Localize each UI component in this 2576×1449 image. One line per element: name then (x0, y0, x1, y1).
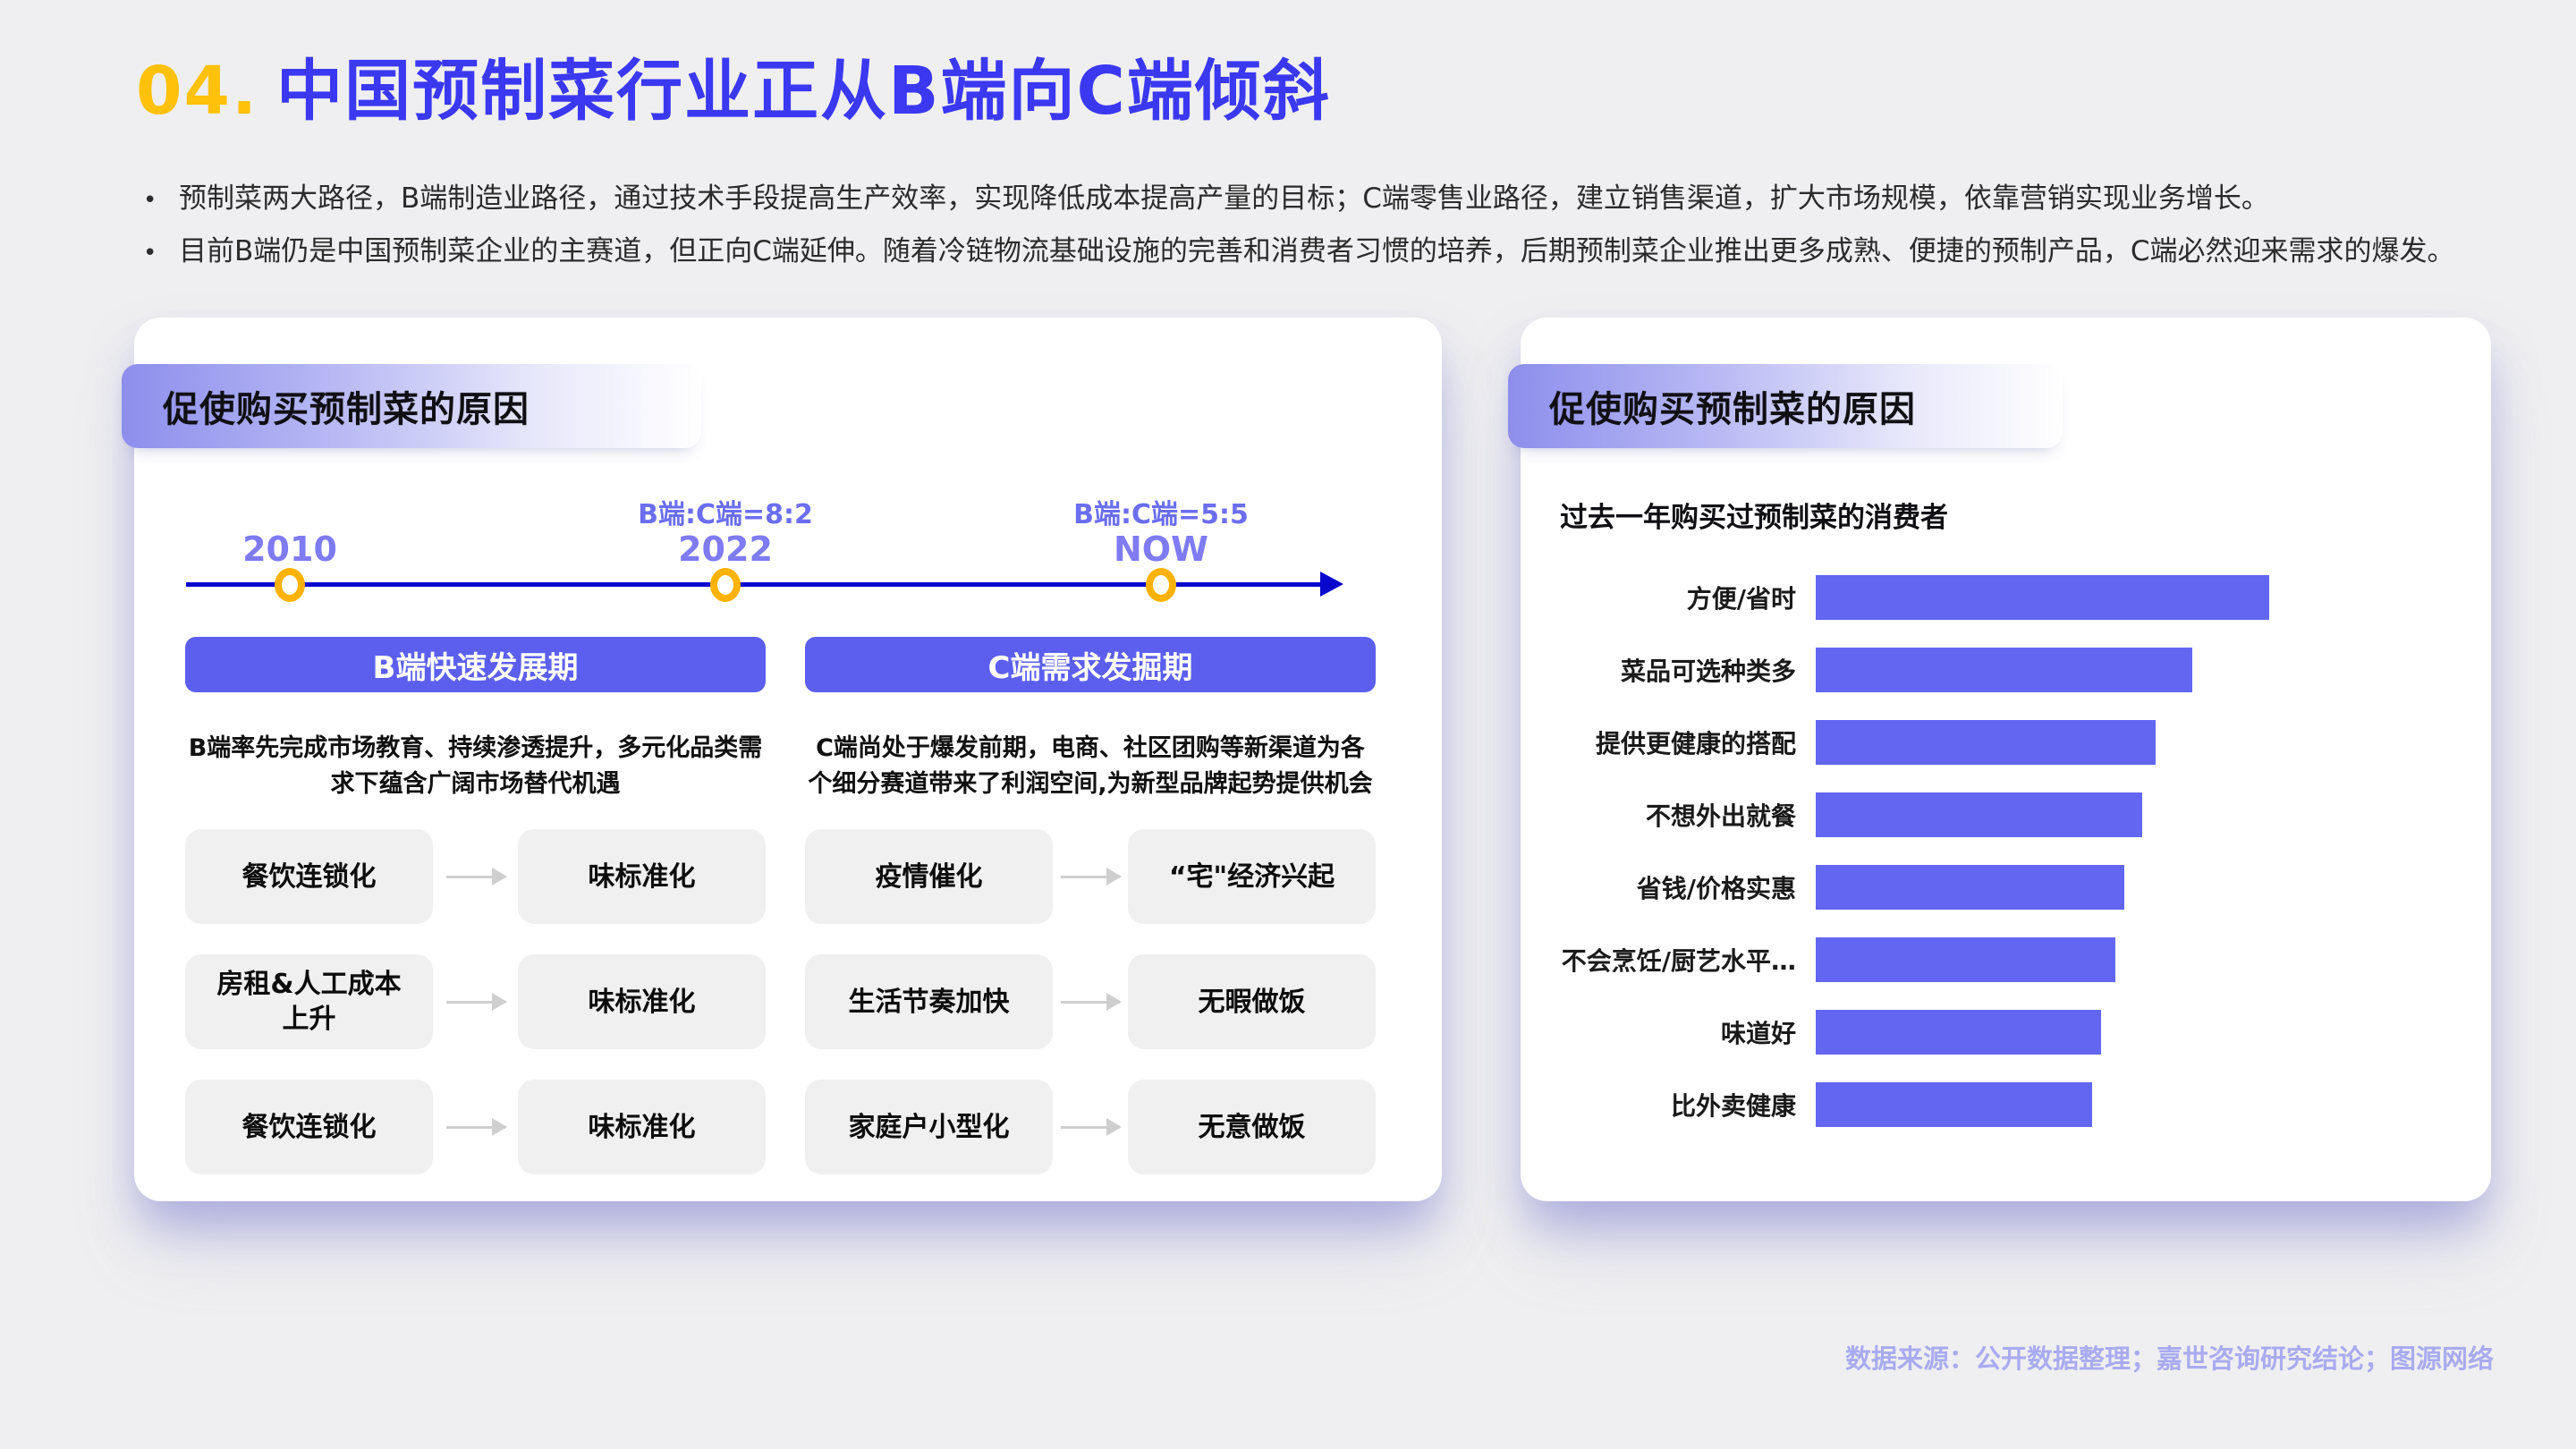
bar-row: 味道好 (1556, 996, 2442, 1068)
bullet-item: • 目前B端仍是中国预制菜企业的主赛道，但正向C端延伸。随着冷链物流基础设施的完… (143, 232, 2469, 273)
timeline-year-label: 2010 (242, 530, 337, 569)
effect-box: 无暇做饭 (1128, 954, 1376, 1049)
card-header-band: 促使购买预制菜的原因 (122, 364, 701, 448)
bar-track (1816, 648, 2442, 692)
bullet-dot-icon: • (143, 179, 179, 220)
bar-row: 方便/省时 (1556, 561, 2442, 633)
effect-box: 无意做饭 (1128, 1080, 1376, 1174)
timeline-ratio-label: B端:C端=8:2 (638, 492, 813, 531)
bar-track (1816, 937, 2442, 982)
cause-effect-row: 家庭户小型化 无意做饭 (805, 1080, 1376, 1174)
bar-category-label: 比外卖健康 (1556, 1087, 1816, 1123)
cause-effect-row: 餐饮连锁化 味标准化 (185, 1080, 766, 1174)
bar-row: 不想外出就餐 (1556, 778, 2442, 851)
timeline-marker-icon (710, 568, 741, 602)
timeline-ratio-label: B端:C端=5:5 (1073, 492, 1249, 531)
bullet-text: 目前B端仍是中国预制菜企业的主赛道，但正向C端延伸。随着冷链物流基础设施的完善和… (179, 232, 2455, 271)
cause-effect-list-b-side: 餐饮连锁化 味标准化 房租&人工成本上升 味标准化 餐饮连锁化 味标准化 (185, 829, 766, 1174)
arrow-right-icon (446, 876, 505, 878)
cause-effect-row: 房租&人工成本上升 味标准化 (185, 954, 766, 1049)
arrow-right-icon (446, 1126, 505, 1129)
timeline-marker-icon (275, 568, 305, 602)
cause-box: 餐饮连锁化 (185, 1080, 433, 1174)
effect-box: “宅"经济兴起 (1128, 829, 1376, 924)
development-timeline: B端:C端=8:2 B端:C端=5:5 2010 2022 NOW (134, 492, 1442, 617)
bar-category-label: 菜品可选种类多 (1556, 652, 1816, 688)
bar-row: 菜品可选种类多 (1556, 633, 2442, 706)
bar-category-label: 味道好 (1556, 1014, 1816, 1050)
card-header-band: 促使购买预制菜的原因 (1508, 364, 2063, 448)
bar (1816, 1082, 2092, 1127)
bar-track (1816, 720, 2442, 765)
card-header-title: 促使购买预制菜的原因 (163, 380, 530, 432)
phase-description: C端尚处于爆发前期，电商、社区团购等新渠道为各个细分赛道带来了利润空间,为新型品… (805, 731, 1376, 802)
slide-page: 04.中国预制菜行业正从B端向C端倾斜 • 预制菜两大路径，B端制造业路径，通过… (0, 0, 2576, 1449)
timeline-year-label: NOW (1114, 530, 1208, 569)
summary-bullets: • 预制菜两大路径，B端制造业路径，通过技术手段提高生产效率，实现降低成本提高产… (143, 179, 2469, 284)
phase-banner-c-side: C端需求发掘期 (805, 637, 1376, 692)
timeline-arrow-icon (1320, 572, 1343, 597)
bar-track (1816, 575, 2442, 620)
page-title-number: 04. (136, 53, 258, 130)
bar-row: 提供更健康的搭配 (1556, 706, 2442, 778)
timeline-marker-icon (1146, 568, 1176, 602)
bar-category-label: 方便/省时 (1556, 580, 1816, 615)
effect-box: 味标准化 (518, 1080, 766, 1174)
card-header-title: 促使购买预制菜的原因 (1549, 380, 1916, 432)
arrow-right-icon (1061, 1126, 1120, 1129)
reasons-bar-chart: 方便/省时 菜品可选种类多 提供更健康的搭配 不想外出就餐 省钱/价格实惠 不会… (1556, 561, 2442, 1140)
bar (1816, 865, 2124, 910)
bar (1816, 720, 2156, 765)
cause-box: 房租&人工成本上升 (185, 954, 433, 1049)
cause-effect-list-c-side: 疫情催化 “宅"经济兴起 生活节奏加快 无暇做饭 家庭户小型化 无意做饭 (805, 829, 1376, 1174)
bullet-item: • 预制菜两大路径，B端制造业路径，通过技术手段提高生产效率，实现降低成本提高产… (143, 179, 2469, 220)
consumer-chart-card: 促使购买预制菜的原因 过去一年购买过预制菜的消费者 方便/省时 菜品可选种类多 … (1521, 318, 2491, 1201)
timeline-card: 促使购买预制菜的原因 B端:C端=8:2 B端:C端=5:5 2010 2022… (134, 318, 1442, 1201)
bar-category-label: 不会烹饪/厨艺水平… (1556, 942, 1816, 978)
cause-effect-row: 疫情催化 “宅"经济兴起 (805, 829, 1376, 924)
cause-box: 餐饮连锁化 (185, 829, 433, 924)
phase-banner-b-side: B端快速发展期 (185, 637, 766, 692)
arrow-right-icon (1061, 876, 1120, 878)
bar-track (1816, 1082, 2442, 1127)
bar-track (1816, 792, 2442, 837)
bar-row: 省钱/价格实惠 (1556, 851, 2442, 923)
page-title: 04.中国预制菜行业正从B端向C端倾斜 (136, 38, 1331, 133)
cause-effect-row: 生活节奏加快 无暇做饭 (805, 954, 1376, 1049)
cause-box: 家庭户小型化 (805, 1080, 1053, 1174)
bar-category-label: 提供更健康的搭配 (1556, 724, 1816, 760)
arrow-right-icon (1061, 1001, 1120, 1004)
timeline-year-label: 2022 (678, 530, 773, 569)
page-title-text: 中国预制菜行业正从B端向C端倾斜 (276, 53, 1331, 130)
data-source-note: 数据来源：公开数据整理；嘉世咨询研究结论；图源网络 (1845, 1338, 2494, 1376)
chart-subtitle: 过去一年购买过预制菜的消费者 (1560, 495, 1948, 535)
cause-effect-row: 餐饮连锁化 味标准化 (185, 829, 766, 924)
bar-track (1816, 865, 2442, 910)
arrow-right-icon (446, 1001, 505, 1004)
bar (1816, 648, 2192, 692)
bar-row: 比外卖健康 (1556, 1068, 2442, 1140)
bullet-dot-icon: • (143, 232, 179, 273)
bar-track (1816, 1010, 2442, 1055)
bar (1816, 1010, 2101, 1055)
bar (1816, 792, 2142, 837)
phase-description: B端率先完成市场教育、持续渗透提升，多元化品类需求下蕴含广阔市场替代机遇 (185, 731, 766, 802)
bullet-text: 预制菜两大路径，B端制造业路径，通过技术手段提高生产效率，实现降低成本提高产量的… (179, 179, 2269, 218)
bar-category-label: 省钱/价格实惠 (1556, 869, 1816, 905)
effect-box: 味标准化 (518, 829, 766, 924)
cause-box: 疫情催化 (805, 829, 1053, 924)
bar-row: 不会烹饪/厨艺水平… (1556, 923, 2442, 996)
effect-box: 味标准化 (518, 954, 766, 1049)
bar-category-label: 不想外出就餐 (1556, 797, 1816, 833)
bar (1816, 575, 2269, 620)
bar (1816, 937, 2115, 982)
cause-box: 生活节奏加快 (805, 954, 1053, 1049)
